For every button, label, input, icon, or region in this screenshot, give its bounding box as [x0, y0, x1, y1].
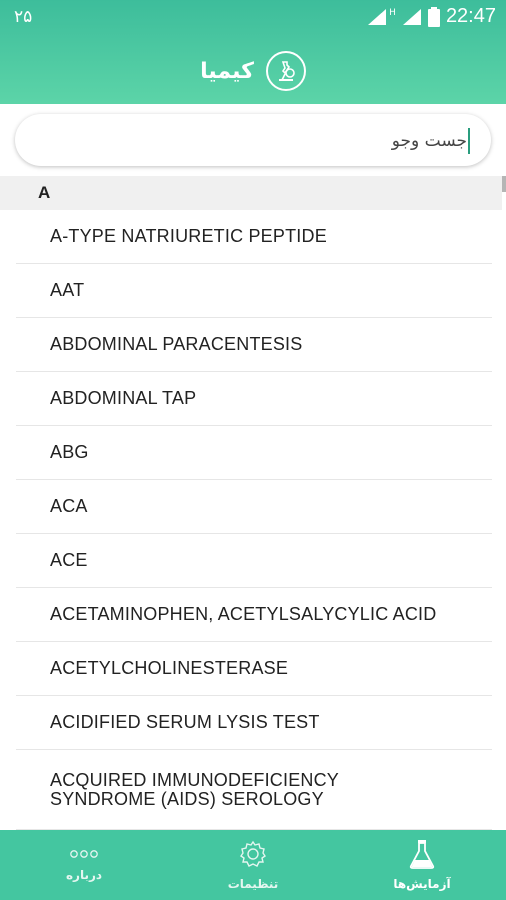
wifi-signal-icon	[368, 8, 387, 25]
status-icons: H 22:47	[367, 5, 496, 28]
list-item[interactable]: ACQUIRED IMMUNODEFICIENCY SYNDROME (AIDS…	[16, 750, 492, 830]
more-dots-icon	[70, 850, 98, 858]
search-box[interactable]	[15, 114, 491, 166]
gear-icon	[240, 840, 266, 867]
notification-count: ۲۵	[14, 7, 33, 27]
app-bar: کیمیا	[0, 48, 506, 94]
list-item[interactable]: ACE	[16, 534, 492, 588]
list-item[interactable]: A-TYPE NATRIURETIC PEPTIDE	[16, 210, 492, 264]
cell-signal-icon	[402, 8, 421, 25]
list-item[interactable]: ACIDIFIED SERUM LYSIS TEST	[16, 696, 492, 750]
status-time: 22:47	[445, 5, 496, 27]
app-title: کیمیا	[200, 58, 254, 84]
bottom-navigation: درباره تنظیمات آزمایش‌ها	[0, 830, 506, 900]
network-type-badge: H	[389, 7, 396, 18]
status-bar: ۲۵ H 22:47	[0, 0, 506, 36]
nav-label-settings: تنظیمات	[227, 877, 279, 891]
microscope-logo-icon	[265, 51, 306, 91]
section-header: A	[0, 176, 502, 210]
list-item[interactable]: ACETAMINOPHEN, ACETYLSALYCYLIC ACID	[16, 588, 492, 642]
nav-label-about: درباره	[65, 868, 103, 882]
list-item[interactable]: ABG	[16, 426, 492, 480]
nav-tab-tests[interactable]: آزمایش‌ها	[338, 830, 506, 900]
flask-icon	[409, 840, 435, 869]
nav-label-tests: آزمایش‌ها	[393, 877, 451, 891]
list-item[interactable]: ACETYLCHOLINESTERASE	[16, 642, 492, 696]
app-header: ۲۵ H 22:47 کیمیا	[0, 0, 506, 104]
scrollbar[interactable]	[502, 176, 506, 192]
list-item[interactable]: ABDOMINAL TAP	[16, 372, 492, 426]
list-item[interactable]: ABDOMINAL PARACENTESIS	[16, 318, 492, 372]
nav-tab-settings[interactable]: تنظیمات	[169, 830, 337, 900]
list-item[interactable]: AAT	[16, 264, 492, 318]
nav-tab-about[interactable]: درباره	[0, 830, 168, 900]
search-area	[0, 104, 506, 176]
search-input[interactable]	[65, 127, 469, 155]
battery-icon	[427, 6, 440, 27]
list-item[interactable]: ACA	[16, 480, 492, 534]
test-list: A-TYPE NATRIURETIC PEPTIDE AAT ABDOMINAL…	[0, 210, 506, 830]
text-cursor	[468, 128, 470, 154]
